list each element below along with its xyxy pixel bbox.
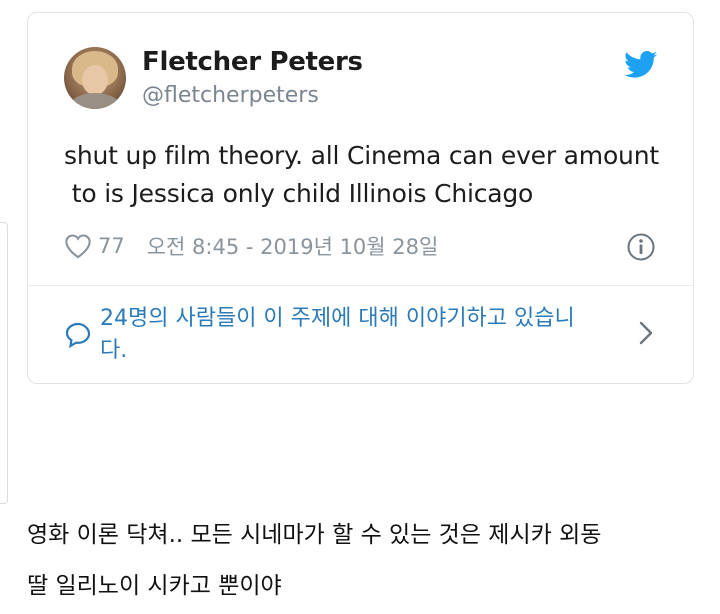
author-handle[interactable]: @fletcherpeters — [142, 83, 319, 108]
chevron-right-icon[interactable] — [636, 319, 656, 347]
avatar[interactable] — [64, 47, 126, 109]
tweet-meta: 77 오전 8:45 - 2019년 10월 28일 — [64, 231, 664, 261]
caption-line: 영화 이론 닥쳐.. 모든 시네마가 할 수 있는 것은 제시카 외동 — [27, 522, 602, 548]
conversation-text-line: 다. — [100, 338, 128, 363]
caption-text: 영화 이론 닥쳐.. 모든 시네마가 할 수 있는 것은 제시카 외동 딸 일리… — [27, 510, 707, 612]
tweet-text-line: shut up film theory. all Cinema can ever… — [64, 141, 659, 170]
speech-bubble-icon[interactable] — [64, 321, 92, 349]
tweet-text-line: to is Jessica only child Illinois Chicag… — [64, 179, 534, 208]
heart-icon[interactable] — [64, 233, 92, 259]
twitter-bird-icon[interactable] — [624, 51, 658, 79]
conversation-link[interactable]: 24명의 사람들이 이 주제에 대해 이야기하고 있습니 다. — [100, 303, 620, 367]
like-count[interactable]: 77 — [98, 234, 125, 258]
author-name[interactable]: Fletcher Peters — [142, 47, 363, 77]
embedded-tweet-card[interactable]: Fletcher Peters @fletcherpeters shut up … — [27, 12, 694, 384]
divider — [28, 285, 693, 286]
page: Fletcher Peters @fletcherpeters shut up … — [0, 0, 720, 614]
conversation-text-line: 24명의 사람들이 이 주제에 대해 이야기하고 있습니 — [100, 306, 575, 331]
left-panel-edge — [0, 222, 8, 504]
tweet-text: shut up film theory. all Cinema can ever… — [64, 137, 674, 213]
info-icon[interactable] — [626, 232, 656, 262]
caption-line: 딸 일리노이 시카고 뿐이야 — [27, 573, 282, 599]
timestamp[interactable]: 오전 8:45 - 2019년 10월 28일 — [147, 231, 439, 261]
